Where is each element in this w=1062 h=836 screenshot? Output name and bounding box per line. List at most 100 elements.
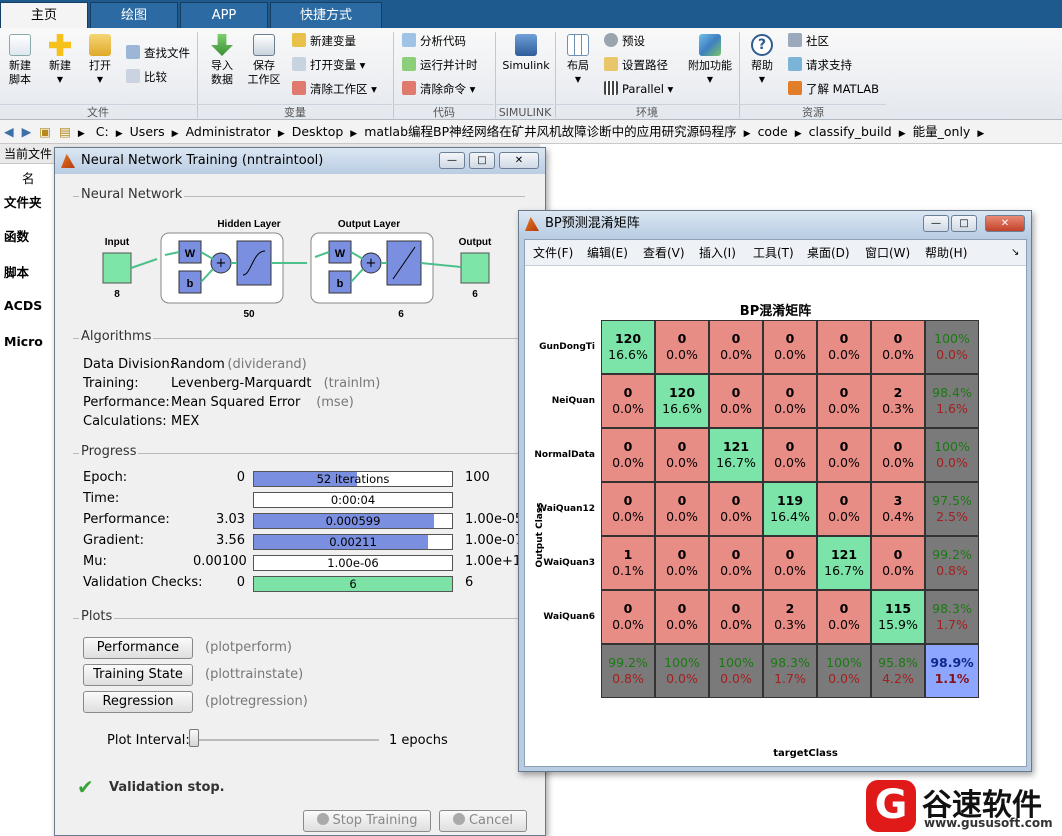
maximize-button[interactable]: □ — [469, 152, 495, 169]
cell-count: 0 — [839, 439, 849, 454]
figure-menu-item[interactable]: 插入(I) — [699, 240, 736, 266]
clear-workspace-button[interactable]: 清除工作区 ▾ — [292, 80, 377, 98]
figure-menu-item[interactable]: 工具(T) — [753, 240, 794, 266]
cell-percent: 0.0% — [720, 563, 752, 578]
section-title: Neural Network — [79, 187, 185, 202]
breadcrumb-item[interactable]: code — [758, 120, 788, 144]
new-script-button[interactable]: 新建 脚本 — [2, 30, 38, 87]
folder-item-micro[interactable]: Micro — [4, 334, 43, 349]
community-button[interactable]: 社区 — [788, 32, 829, 50]
compare-button[interactable]: 比较 — [126, 68, 167, 86]
tab-shortcuts[interactable]: 快捷方式 — [270, 2, 382, 28]
dock-arrow-icon[interactable]: ↘ — [1011, 240, 1019, 266]
tab-plots[interactable]: 绘图 — [90, 2, 178, 28]
layout-button[interactable]: 布局 ▼ — [560, 30, 596, 87]
find-files-button[interactable]: 查找文件 — [126, 44, 190, 62]
simulink-icon — [515, 34, 537, 56]
tab-home[interactable]: 主页 — [0, 2, 88, 28]
breadcrumb-item[interactable]: 能量_only — [913, 120, 971, 144]
summary-error: 0.0% — [936, 455, 968, 470]
matrix-cell: 0 0.0% — [763, 320, 817, 374]
plot-interval-track[interactable] — [193, 739, 379, 741]
figure-menu-item[interactable]: 编辑(E) — [587, 240, 628, 266]
figure-menu-item[interactable]: 查看(V) — [643, 240, 685, 266]
cancel-button[interactable]: Cancel — [439, 810, 527, 832]
figure-menu-item[interactable]: 桌面(D) — [807, 240, 850, 266]
window-title: Neural Network Training (nntraintool) — [81, 153, 324, 168]
forward-arrow-icon[interactable]: ▶ — [22, 120, 32, 144]
regression-plot-button[interactable]: Regression — [83, 691, 193, 713]
figure-menu-item[interactable]: 帮助(H) — [925, 240, 967, 266]
brand-url: www.gususoft.com — [924, 816, 1053, 830]
minimize-button[interactable]: — — [923, 215, 949, 232]
row-label: WaiQuan3 — [543, 558, 595, 568]
output-layer-size: 6 — [398, 309, 404, 319]
learn-matlab-icon — [788, 81, 802, 95]
clear-commands-button[interactable]: 清除命令 ▾ — [402, 80, 475, 98]
analyze-code-button[interactable]: 分析代码 — [402, 32, 466, 50]
set-path-button[interactable]: 设置路径 — [604, 56, 668, 74]
simulink-button[interactable]: Simulink — [500, 30, 552, 73]
nntraintool-titlebar[interactable]: Neural Network Training (nntraintool) — … — [55, 148, 545, 174]
open-button[interactable]: 打开 ▼ — [82, 30, 118, 87]
cell-percent: 0.0% — [666, 347, 698, 362]
output-size: 6 — [472, 289, 478, 300]
training-state-plot-button[interactable]: Training State — [83, 664, 193, 686]
cell-count: 3 — [893, 493, 903, 508]
figure-menu-item[interactable]: 窗口(W) — [865, 240, 910, 266]
run-and-time-icon — [402, 57, 416, 71]
tab-apps[interactable]: APP — [180, 2, 268, 28]
folder-item-functions[interactable]: 函数 — [4, 226, 29, 245]
add-ons-button[interactable]: 附加功能 ▼ — [684, 30, 736, 87]
name-column-header[interactable]: 名 — [22, 168, 35, 187]
progress-key: Gradient: — [83, 533, 144, 548]
browse-folder-icon[interactable]: ▤ — [59, 120, 71, 144]
new-button[interactable]: 新建 ▼ — [42, 30, 78, 87]
close-button[interactable]: ✕ — [499, 152, 539, 169]
summary-error: 0.0% — [720, 671, 752, 686]
import-data-button[interactable]: 导入 数据 — [202, 30, 242, 87]
breadcrumb-item[interactable]: Administrator — [186, 120, 271, 144]
parallel-button[interactable]: Parallel ▾ — [604, 80, 673, 98]
preferences-button[interactable]: 预设 — [604, 32, 645, 50]
cell-percent: 0.0% — [882, 563, 914, 578]
performance-plot-button[interactable]: Performance — [83, 637, 193, 659]
minimize-button[interactable]: — — [439, 152, 465, 169]
help-button[interactable]: ? 帮助 ▼ — [744, 30, 780, 87]
stop-icon — [316, 813, 329, 825]
folder-item-folders[interactable]: 文件夹 — [4, 192, 42, 211]
back-arrow-icon[interactable]: ◀ — [4, 120, 14, 144]
plot-interval-slider[interactable] — [189, 729, 199, 747]
figure-titlebar[interactable]: BP预测混淆矩阵 — □ ✕ — [519, 211, 1031, 237]
chevron-down-icon: ▼ — [758, 75, 766, 84]
figure-menu-item[interactable]: 文件(F) — [533, 240, 573, 266]
breadcrumb-item[interactable]: Users — [130, 120, 165, 144]
up-folder-icon[interactable]: ▣ — [39, 120, 51, 144]
cell-count: 0 — [785, 547, 795, 562]
cell-count: 0 — [677, 439, 687, 454]
open-variable-button[interactable]: 打开变量 ▾ — [292, 56, 365, 74]
folder-item-scripts[interactable]: 脚本 — [4, 262, 29, 281]
maximize-button[interactable]: □ — [951, 215, 977, 232]
close-button[interactable]: ✕ — [985, 215, 1025, 232]
breadcrumb-item[interactable]: C: — [96, 120, 109, 144]
progress-value: 0:00:04 — [330, 493, 376, 507]
request-support-button[interactable]: 请求支持 — [788, 56, 852, 74]
request-support-icon — [788, 57, 802, 71]
folder-item-acds[interactable]: ACDS — [4, 298, 42, 313]
address-bar[interactable]: ◀ ▶ ▣ ▤ ▶ C: ▶ Users ▶ Administrator ▶ Desktop ▶ mat… — [0, 120, 1062, 144]
input-block — [102, 252, 132, 284]
new-variable-button[interactable]: 新建变量 — [292, 32, 356, 50]
summary-correct: 100% — [934, 331, 970, 346]
breadcrumb-separator: ▶ — [115, 129, 123, 139]
breadcrumb-item[interactable]: matlab编程BP神经网络在矿井风机故障诊断中的应用研究源码程序 — [364, 120, 736, 144]
stop-training-button[interactable]: Stop Training — [303, 810, 431, 832]
breadcrumb-item[interactable]: classify_build — [809, 120, 892, 144]
cell-count: 115 — [884, 601, 912, 616]
run-and-time-button[interactable]: 运行并计时 — [402, 56, 478, 74]
progress-end: 6 — [465, 575, 474, 590]
breadcrumb-separator: ▶ — [977, 129, 985, 139]
learn-matlab-button[interactable]: 了解 MATLAB — [788, 80, 879, 98]
breadcrumb-item[interactable]: Desktop — [292, 120, 344, 144]
save-workspace-button[interactable]: 保存 工作区 — [244, 30, 284, 87]
